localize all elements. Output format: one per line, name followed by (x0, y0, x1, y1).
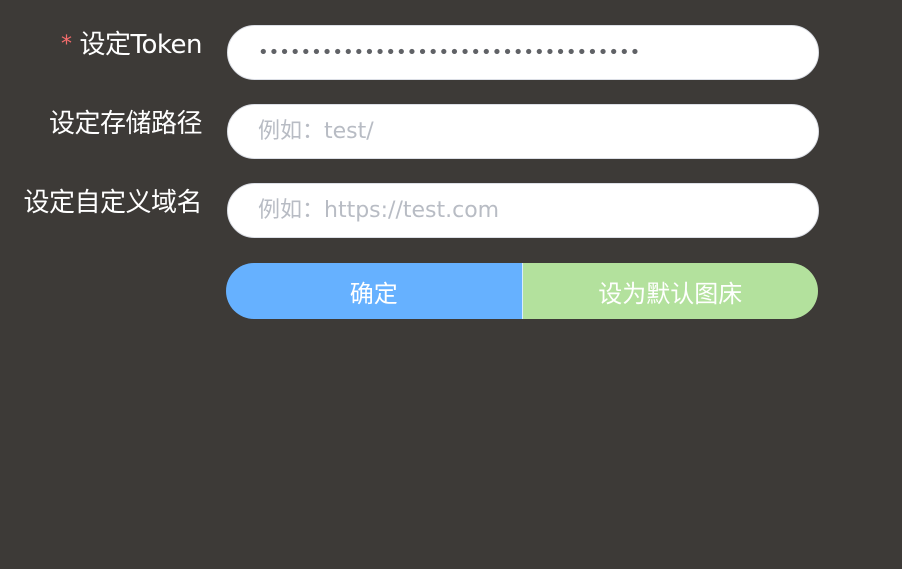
custom-domain-label: 设定自定义域名 (23, 188, 202, 218)
storage-path-input[interactable] (227, 104, 819, 159)
token-input[interactable] (227, 25, 819, 80)
custom-domain-input[interactable] (227, 183, 819, 238)
storage-path-label: 设定存储路径 (48, 109, 203, 139)
picbed-settings-form: * 设定Token 设定存储路径 设定自定义域名 确定 设为默认图床 (0, 0, 902, 569)
action-button-group: 确定 设为默认图床 (226, 263, 818, 319)
required-mark: * (61, 32, 72, 57)
confirm-button[interactable]: 确定 (226, 263, 523, 319)
token-label-text: 设定Token (79, 30, 203, 60)
form-row-custom-domain: 设定自定义域名 (0, 183, 902, 239)
form-row-token: * 设定Token (0, 25, 902, 81)
set-default-picbed-button[interactable]: 设为默认图床 (522, 263, 818, 319)
form-row-storage-path: 设定存储路径 (0, 104, 902, 160)
token-label: * 设定Token (61, 25, 202, 71)
